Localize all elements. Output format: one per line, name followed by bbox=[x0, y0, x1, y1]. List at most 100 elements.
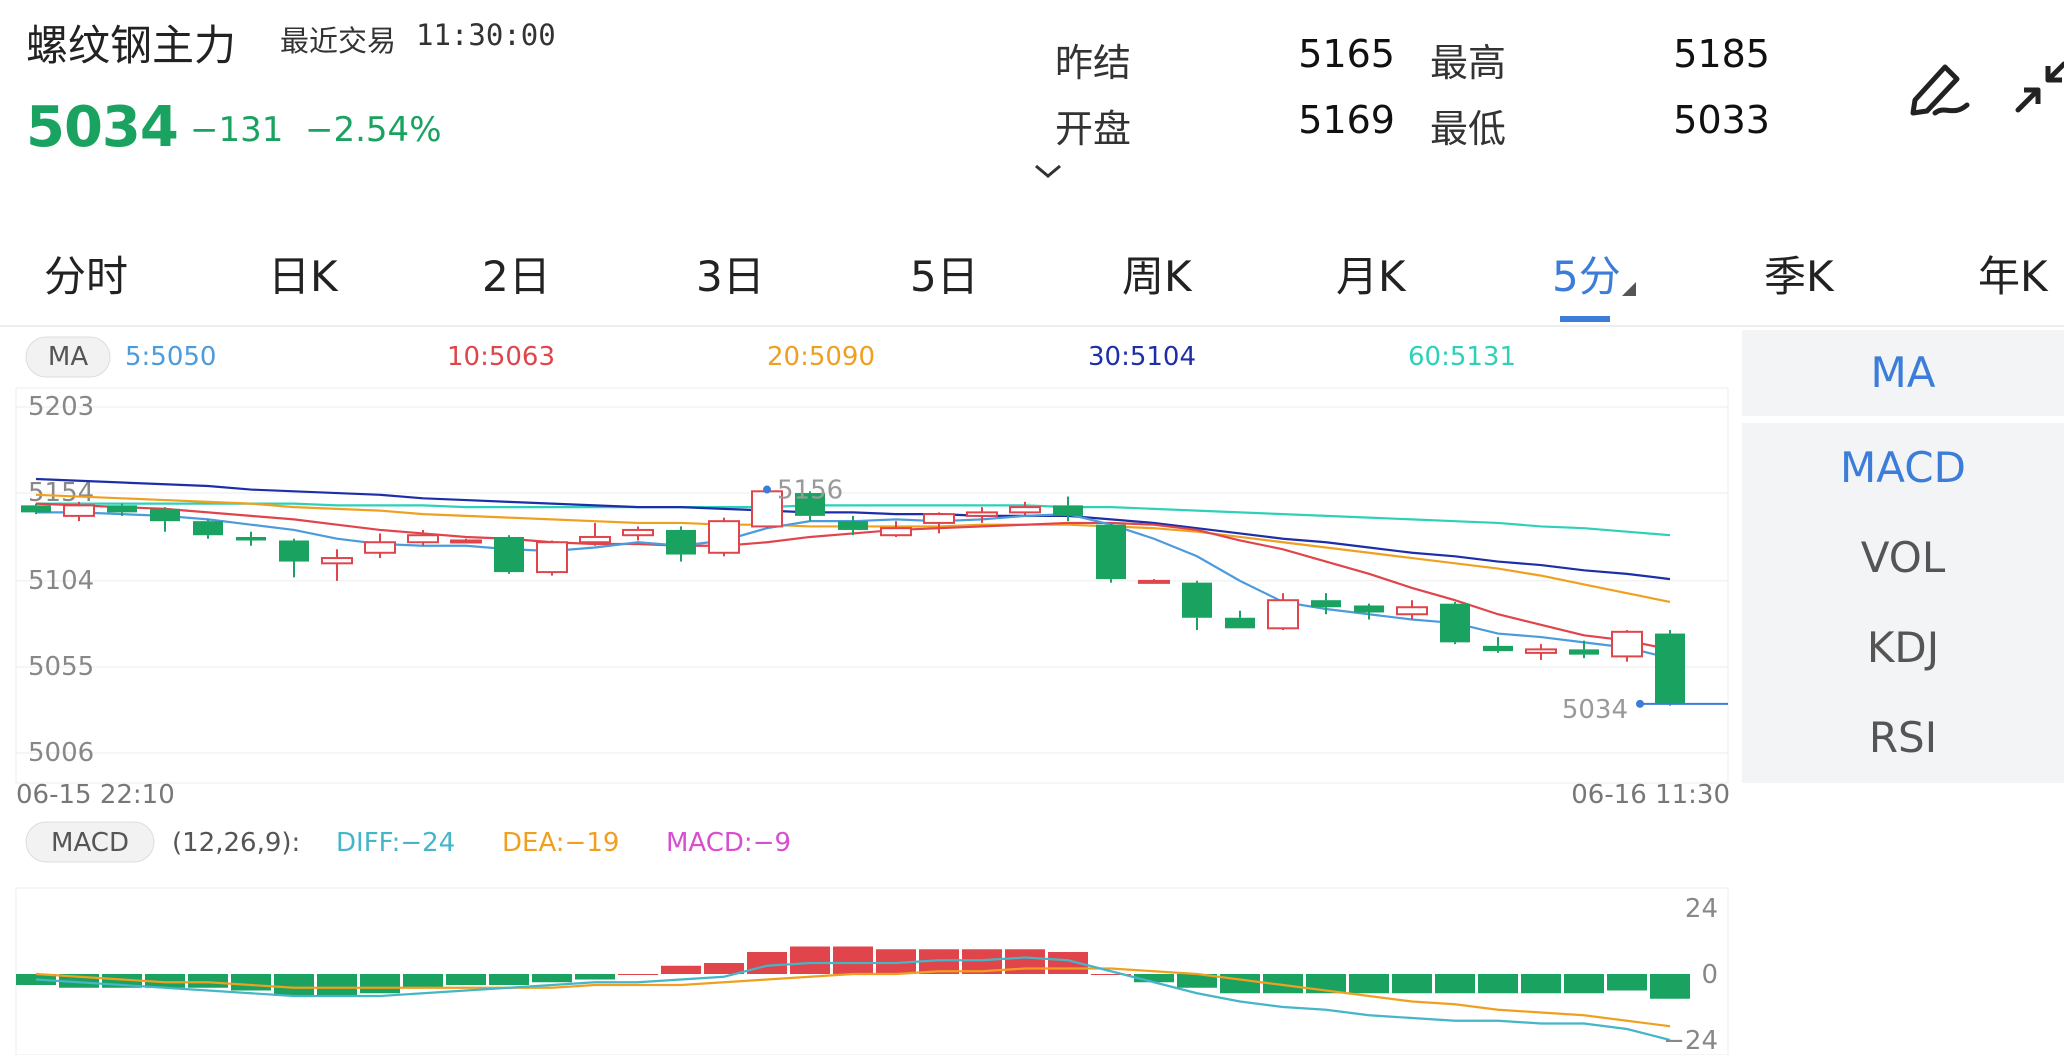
last-price: 5034 bbox=[26, 95, 179, 160]
candle-body-down bbox=[1096, 524, 1126, 580]
macd-bar-negative bbox=[317, 974, 357, 996]
price-change: −131 bbox=[190, 110, 284, 150]
macd-bar-negative bbox=[1650, 974, 1690, 999]
candle-body-down bbox=[494, 536, 524, 573]
macd-bar-negative bbox=[1435, 974, 1475, 994]
macd-bar-negative bbox=[575, 974, 615, 980]
macd-legend: MACD:−9 bbox=[666, 828, 791, 858]
tab-2-day[interactable]: 2日 bbox=[482, 243, 551, 304]
collapse-screen-icon[interactable] bbox=[2010, 58, 2064, 118]
candle-body-down bbox=[1483, 645, 1513, 652]
candle-body-up bbox=[708, 520, 740, 554]
indicator-secondary-panel: MACD VOL KDJ RSI bbox=[1742, 423, 2064, 783]
candle-body-down bbox=[236, 536, 266, 541]
draw-pen-icon[interactable] bbox=[1905, 55, 1975, 120]
side-item-rsi[interactable]: RSI bbox=[1742, 713, 2064, 762]
macd-bar-negative bbox=[1607, 974, 1647, 991]
candle-body-down bbox=[1655, 633, 1685, 704]
last-trade-label: 最近交易 bbox=[280, 24, 397, 58]
macd-bar-positive bbox=[618, 974, 658, 975]
candle-body-up bbox=[364, 541, 396, 554]
macd-tick-label: 24 bbox=[1685, 894, 1718, 924]
macd-tick-label: 0 bbox=[1701, 960, 1718, 990]
macd-bar-positive bbox=[833, 946, 873, 974]
candle-body-up bbox=[1396, 606, 1428, 616]
side-item-kdj[interactable]: KDJ bbox=[1742, 623, 2064, 672]
price-change-percent: −2.54% bbox=[305, 110, 442, 150]
ma20-legend: 20:5090 bbox=[767, 342, 875, 372]
macd-bar-negative bbox=[231, 974, 271, 991]
ma-lines bbox=[35, 477, 1671, 660]
ma30-legend: 30:5104 bbox=[1088, 342, 1196, 372]
tab-quarter-k[interactable]: 季K bbox=[1764, 243, 1834, 304]
candle-body-up bbox=[1611, 630, 1643, 658]
candle-body-down bbox=[1311, 600, 1341, 608]
macd-bar-negative bbox=[1521, 974, 1561, 994]
tab-3-day[interactable]: 3日 bbox=[696, 243, 765, 304]
candlesticks bbox=[21, 489, 1685, 706]
macd-bar-negative bbox=[188, 974, 228, 988]
macd-bar-positive bbox=[747, 952, 787, 974]
price-axis: 52035154510450555006 bbox=[28, 392, 94, 768]
candle-body-up bbox=[450, 539, 482, 544]
period-tabs: 分时 日K 2日 3日 5日 周K 月K 5分 季K 年K bbox=[0, 236, 2064, 326]
dea-legend: DEA:−19 bbox=[502, 828, 619, 858]
tab-5-min[interactable]: 5分 bbox=[1552, 243, 1621, 304]
price-tick-label: 5203 bbox=[28, 392, 94, 422]
macd-bar-negative bbox=[1478, 974, 1518, 994]
candle-body-up bbox=[1267, 599, 1299, 630]
candle-body-down bbox=[150, 508, 180, 522]
tab-year-k[interactable]: 年K bbox=[1978, 243, 2048, 304]
kline-chart[interactable]: MA 5:5050 10:5063 20:5090 30:5104 60:513… bbox=[0, 330, 1740, 1055]
side-item-macd[interactable]: MACD bbox=[1742, 443, 2064, 492]
macd-bar-negative bbox=[1349, 974, 1389, 994]
price-panel-frame bbox=[15, 387, 1729, 784]
candle-body-up bbox=[536, 541, 568, 574]
price-grid bbox=[16, 406, 1728, 754]
macd-bar-negative bbox=[274, 974, 314, 996]
candle-body-up bbox=[880, 527, 912, 537]
candle-body-up bbox=[407, 534, 439, 544]
tab-intraday[interactable]: 分时 bbox=[44, 243, 128, 304]
ma5-legend: 5:5050 bbox=[125, 342, 216, 372]
high-value: 5185 bbox=[1673, 32, 1770, 76]
macd-bar-positive bbox=[790, 946, 830, 974]
tab-month-k[interactable]: 月K bbox=[1336, 243, 1406, 304]
candle-body-up bbox=[966, 511, 998, 517]
macd-bar-negative bbox=[360, 974, 400, 994]
max-price-label: 5156 bbox=[777, 476, 843, 506]
last-price-marker bbox=[1636, 699, 1644, 708]
candle-body-up bbox=[622, 528, 654, 537]
candle-body-down bbox=[107, 505, 137, 513]
tab-week-k[interactable]: 周K bbox=[1122, 243, 1192, 304]
last-price-label: 5034 bbox=[1562, 695, 1628, 725]
macd-bar-negative bbox=[1392, 974, 1432, 994]
header-divider bbox=[0, 325, 2064, 327]
open-label: 开盘 bbox=[1055, 107, 1132, 151]
price-tick-label: 5006 bbox=[28, 738, 94, 768]
ma60-legend: 60:5131 bbox=[1408, 342, 1516, 372]
candle-body-down bbox=[1053, 505, 1083, 516]
ma10-legend: 10:5063 bbox=[447, 342, 555, 372]
candle-body-up bbox=[63, 504, 95, 517]
candle-body-up bbox=[579, 535, 611, 544]
max-point-marker bbox=[763, 485, 771, 494]
side-item-vol[interactable]: VOL bbox=[1742, 533, 2064, 582]
candle-body-up bbox=[1138, 579, 1170, 584]
time-label-start: 06-15 22:10 bbox=[16, 780, 175, 810]
tab-dropdown-icon[interactable] bbox=[1622, 282, 1636, 296]
macd-histogram bbox=[16, 946, 1690, 999]
high-label: 最高 bbox=[1430, 41, 1507, 85]
chevron-down-icon[interactable] bbox=[1034, 162, 1062, 180]
macd-bar-negative bbox=[446, 974, 486, 985]
tab-day-k[interactable]: 日K bbox=[268, 243, 338, 304]
side-item-ma[interactable]: MA bbox=[1742, 348, 2064, 397]
price-tick-label: 5104 bbox=[28, 566, 94, 596]
tab-5-day[interactable]: 5日 bbox=[910, 243, 979, 304]
candle-body-down bbox=[193, 521, 223, 536]
ma-indicator-label: MA bbox=[48, 342, 88, 372]
macd-bar-negative bbox=[532, 974, 572, 983]
open-value: 5169 bbox=[1298, 98, 1395, 142]
candle-body-up bbox=[923, 513, 955, 524]
time-label-end: 06-16 11:30 bbox=[1571, 780, 1730, 810]
